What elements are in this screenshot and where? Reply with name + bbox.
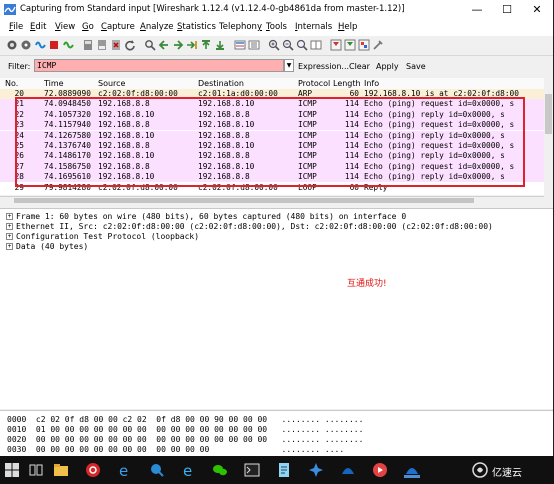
auto-scroll-icon[interactable]	[248, 39, 260, 51]
menu-help[interactable]: Help	[338, 22, 357, 32]
vscroll-thumb[interactable]	[545, 94, 552, 134]
main-toolbar	[0, 36, 553, 56]
wing-app-icon[interactable]	[308, 462, 324, 478]
close-button[interactable]: ✕	[522, 0, 552, 19]
filter-label: Filter:	[8, 62, 31, 71]
menu-telephony[interactable]: Telephony	[219, 22, 262, 32]
svg-text:e: e	[183, 462, 192, 478]
close-file-icon[interactable]	[110, 39, 122, 51]
capture-filters-icon[interactable]	[330, 39, 342, 51]
menu-internals[interactable]: Internals	[295, 22, 332, 32]
filter-bar: Filter: ICMP ▼ Expression... Clear Apply…	[0, 56, 553, 76]
ie-browser-icon[interactable]: e	[181, 462, 197, 478]
yisu-cloud-logo	[472, 462, 488, 478]
go-first-icon[interactable]	[200, 39, 212, 51]
expand-icon[interactable]: +	[6, 233, 13, 240]
file-explorer-icon[interactable]	[53, 462, 69, 478]
col-destination[interactable]: Destination	[198, 79, 244, 88]
wireshark-window: Capturing from Standard input [Wireshark…	[0, 0, 553, 456]
taskbar: e e 亿速云	[0, 456, 554, 484]
reload-icon[interactable]	[124, 39, 136, 51]
packet-details-pane: + Frame 1: 60 bytes on wire (480 bits), 6…	[0, 208, 553, 409]
svg-text:e: e	[119, 462, 128, 478]
start-capture-icon[interactable]	[34, 39, 46, 51]
hex-line: 0030 00 00 00 00 00 00 00 00 00 00 00 00…	[7, 445, 345, 454]
hscroll-thumb[interactable]	[14, 198, 474, 203]
col-no[interactable]: No.	[5, 79, 18, 88]
interface-list-icon[interactable]	[6, 39, 18, 51]
expand-icon[interactable]: +	[6, 213, 13, 220]
hex-line: 0000 c2 02 0f d8 00 00 c2 02 0f d8 00 00…	[7, 415, 364, 424]
menu-view[interactable]: View	[55, 22, 75, 32]
menu-analyze[interactable]: Analyze	[140, 22, 174, 32]
terminal-icon[interactable]	[244, 462, 260, 478]
expand-icon[interactable]: +	[6, 223, 13, 230]
wechat-icon[interactable]	[212, 462, 228, 478]
expand-icon[interactable]: +	[6, 243, 13, 250]
menu-edit[interactable]: Edit	[30, 22, 46, 32]
save-file-icon[interactable]	[96, 39, 108, 51]
filter-dropdown-icon[interactable]: ▼	[284, 59, 294, 72]
display-filters-icon[interactable]	[344, 39, 356, 51]
preferences-icon[interactable]	[372, 39, 384, 51]
menu-capture[interactable]: Capture	[101, 22, 135, 32]
menu-statistics[interactable]: Statistics	[177, 22, 216, 32]
netease-music-icon[interactable]	[85, 462, 101, 478]
task-view-icon[interactable]	[28, 462, 44, 478]
yisu-cloud-text: 亿速云	[492, 468, 522, 479]
colorize-icon[interactable]	[234, 39, 246, 51]
menu-file[interactable]: File	[9, 22, 23, 32]
go-forward-icon[interactable]	[172, 39, 184, 51]
go-back-icon[interactable]	[158, 39, 170, 51]
col-info[interactable]: Info	[364, 79, 379, 88]
detail-frame[interactable]: + Frame 1: 60 bytes on wire (480 bits), 6…	[6, 212, 406, 221]
resize-columns-icon[interactable]	[310, 39, 322, 51]
wireshark-fin-icon[interactable]	[340, 462, 356, 478]
menu-tools[interactable]: Tools	[266, 22, 287, 32]
detail-data[interactable]: + Data (40 bytes)	[6, 242, 88, 251]
media-app-icon[interactable]	[372, 462, 388, 478]
packet-list-hscrollbar[interactable]	[0, 196, 544, 205]
menu-bar: File Edit View Go Capture Analyze Statis…	[0, 19, 553, 36]
hex-line: 0020 00 00 00 00 00 00 00 00 00 00 00 00…	[7, 435, 364, 444]
find-packet-icon[interactable]	[144, 39, 156, 51]
save-link[interactable]: Save	[406, 62, 426, 71]
packet-bytes-pane: 0000 c2 02 0f d8 00 00 c2 02 0f d8 00 00…	[0, 410, 553, 456]
title-bar: Capturing from Standard input [Wireshark…	[0, 0, 553, 19]
stop-capture-icon[interactable]	[48, 39, 60, 51]
col-protocol[interactable]: Protocol	[298, 79, 330, 88]
hex-line: 0010 01 00 00 00 00 00 00 00 00 00 00 00…	[7, 425, 364, 434]
notepad-icon[interactable]	[276, 462, 292, 478]
zoom-normal-icon[interactable]	[296, 39, 308, 51]
go-last-icon[interactable]	[214, 39, 226, 51]
capture-options-icon[interactable]	[20, 39, 32, 51]
detail-ethernet[interactable]: + Ethernet II, Src: c2:02:0f:d8:00:00 (c2…	[6, 222, 493, 231]
search-app-icon[interactable]	[149, 462, 165, 478]
clear-link[interactable]: Clear	[349, 62, 370, 71]
restart-capture-icon[interactable]	[62, 39, 74, 51]
go-to-packet-icon[interactable]	[186, 39, 198, 51]
packet-list-vscrollbar[interactable]	[544, 78, 553, 195]
col-source[interactable]: Source	[98, 79, 125, 88]
wireshark-app-icon	[4, 4, 16, 15]
expression-link[interactable]: Expression...	[298, 62, 349, 71]
coloring-rules-icon[interactable]	[358, 39, 370, 51]
col-time[interactable]: Time	[44, 79, 64, 88]
detail-loopback[interactable]: + Configuration Test Protocol (loopback)	[6, 232, 199, 241]
filter-input[interactable]: ICMP	[34, 59, 284, 72]
wireshark-icon[interactable]	[404, 462, 420, 478]
icmp-highlight-box	[15, 97, 525, 187]
apply-link[interactable]: Apply	[376, 62, 399, 71]
start-button-icon[interactable]	[4, 462, 20, 478]
zoom-in-icon[interactable]	[268, 39, 280, 51]
minimize-button[interactable]: —	[462, 0, 492, 19]
open-file-icon[interactable]	[82, 39, 94, 51]
menu-go[interactable]: Go	[82, 22, 94, 32]
col-length[interactable]: Length	[333, 79, 361, 88]
success-annotation: 互通成功!	[347, 279, 387, 289]
maximize-button[interactable]: ☐	[492, 0, 522, 19]
zoom-out-icon[interactable]	[282, 39, 294, 51]
edge-browser-icon[interactable]: e	[117, 462, 133, 478]
window-title: Capturing from Standard input [Wireshark…	[20, 4, 405, 14]
